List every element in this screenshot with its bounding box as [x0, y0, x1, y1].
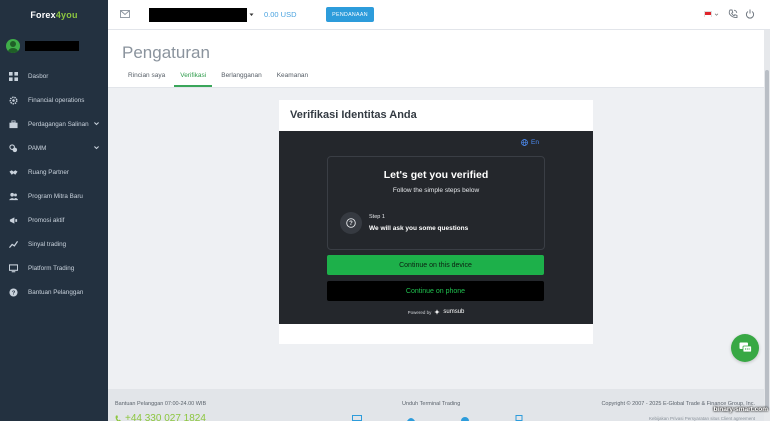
user-profile[interactable] — [0, 30, 108, 62]
language-selector[interactable]: En — [521, 139, 539, 146]
grid-icon — [9, 71, 18, 81]
chat-button[interactable] — [731, 334, 759, 362]
sidebar-nav: Dasbor Financial operations Perdagangan … — [0, 64, 108, 304]
verification-intro-box: Let's get you verified Follow the simple… — [327, 156, 545, 250]
help-icon: ? — [9, 287, 18, 297]
power-icon[interactable] — [745, 9, 755, 19]
sidebar-item-active-promotions[interactable]: Promosi aktif — [0, 208, 108, 232]
brand-logo[interactable]: Forex 4you — [0, 0, 108, 30]
mail-icon[interactable] — [120, 10, 130, 18]
sidebar-item-label: Promosi aktif — [28, 216, 65, 224]
download-terminal-label: Unduh Terminal Trading — [402, 401, 461, 407]
provider-name: sumsub — [443, 309, 465, 315]
sidebar-item-new-partner-program[interactable]: Program Mitra Baru — [0, 184, 108, 208]
briefcase-icon — [9, 119, 18, 129]
support-hours: Bantuan Pelanggan 07:00-24.00 WIB — [115, 401, 207, 407]
megaphone-icon — [9, 216, 18, 225]
svg-text:?: ? — [349, 221, 353, 227]
tab-verification[interactable]: Verifikasi — [174, 72, 213, 87]
verification-card: Verifikasi Identitas Anda En Let's get y… — [279, 100, 593, 344]
chevron-down-icon[interactable] — [93, 144, 100, 151]
continue-on-device-button[interactable]: Continue on this device — [327, 255, 544, 275]
tab-my-details[interactable]: Rincian saya — [122, 72, 171, 87]
verification-widget: En Let's get you verified Follow the sim… — [279, 131, 593, 324]
sidebar-item-partner-room[interactable]: Ruang Partner — [0, 160, 108, 184]
brand-name-part2: 4you — [55, 10, 78, 20]
sidebar-item-customer-support[interactable]: ? Bantuan Pelanggan — [0, 280, 108, 304]
pamm-icon — [9, 143, 18, 153]
account-balance: 0.00 USD — [264, 10, 297, 19]
page-title: Pengaturan — [122, 43, 210, 62]
monitor-icon — [9, 263, 18, 273]
sidebar-item-label: Program Mitra Baru — [28, 192, 83, 200]
sidebar: Forex 4you Dasbor Financial operations Pe… — [0, 0, 108, 421]
page-scrollbar[interactable] — [764, 30, 770, 421]
sidebar-item-label: Perdagangan Salinan — [28, 120, 89, 128]
chevron-down-icon[interactable] — [714, 12, 719, 17]
sidebar-item-trading-signals[interactable]: Sinyal trading — [0, 232, 108, 256]
avatar — [6, 39, 20, 53]
phone-icon[interactable] — [728, 9, 738, 19]
sidebar-item-pamm[interactable]: PAMM — [0, 136, 108, 160]
account-selector-redacted[interactable] — [149, 8, 247, 22]
verification-heading: Let's get you verified — [383, 169, 489, 181]
page-header: Pengaturan Rincian saya Verifikasi Berla… — [108, 30, 770, 88]
handshake-icon — [9, 168, 18, 177]
phone-icon — [115, 415, 121, 421]
support-phone-number: +44 330 027 1824 — [125, 413, 206, 421]
globe-icon — [521, 139, 528, 146]
scrollbar-thumb[interactable] — [765, 70, 769, 410]
verification-subheading: Follow the simple steps below — [392, 187, 480, 194]
tab-subscriptions[interactable]: Berlangganan — [215, 72, 267, 87]
caret-down-icon[interactable] — [249, 12, 254, 17]
powered-by-label: Powered by — [407, 309, 432, 315]
sidebar-item-copy-trading[interactable]: Perdagangan Salinan — [0, 112, 108, 136]
android-icon[interactable] — [406, 415, 416, 421]
web-terminal-icon[interactable] — [514, 415, 524, 421]
sidebar-item-label: Ruang Partner — [28, 168, 69, 176]
desktop-icon[interactable] — [352, 415, 362, 421]
chat-icon — [739, 342, 752, 353]
chevron-down-icon[interactable] — [93, 120, 100, 127]
settings-icon — [9, 96, 18, 105]
continue-on-phone-button[interactable]: Continue on phone — [327, 281, 544, 301]
footer: Bantuan Pelanggan 07:00-24.00 WIB +44 33… — [108, 389, 770, 421]
apple-icon[interactable] — [460, 415, 470, 421]
sidebar-item-financial-operations[interactable]: Financial operations — [0, 88, 108, 112]
user-name-redacted — [25, 41, 79, 51]
settings-tabs: Rincian saya Verifikasi Berlangganan Kea… — [122, 72, 317, 87]
sidebar-item-trading-platform[interactable]: Platform Trading — [0, 256, 108, 280]
sidebar-item-label: Sinyal trading — [28, 240, 67, 248]
question-icon: ? — [340, 212, 362, 234]
step-description: We will ask you some questions — [369, 225, 469, 232]
download-platform-icons — [352, 415, 524, 421]
sidebar-item-label: Dasbor — [28, 72, 49, 80]
sidebar-item-dashboard[interactable]: Dasbor — [0, 64, 108, 88]
sidebar-item-label: Platform Trading — [28, 264, 75, 272]
support-phone[interactable]: +44 330 027 1824 — [115, 413, 206, 421]
sumsub-logo-icon — [434, 309, 441, 315]
card-title: Verifikasi Identitas Anda — [290, 109, 417, 121]
language-label: En — [531, 139, 539, 146]
deposit-button[interactable]: PENDANAAN — [326, 7, 374, 22]
sidebar-item-label: PAMM — [28, 144, 47, 152]
brand-name-part1: Forex — [30, 10, 56, 20]
svg-text:?: ? — [12, 290, 16, 296]
tab-security[interactable]: Keamanan — [271, 72, 314, 87]
powered-by[interactable]: Powered by sumsub — [279, 309, 593, 315]
top-bar: 0.00 USD PENDANAAN — [108, 0, 770, 30]
step-label: Step 1 — [369, 214, 385, 220]
footer-links[interactable]: Kebijakan Privasi Persyaratan situs Clie… — [649, 416, 755, 421]
chart-line-icon — [9, 240, 18, 249]
sidebar-item-label: Financial operations — [28, 96, 85, 104]
sidebar-item-label: Bantuan Pelanggan — [28, 288, 84, 296]
language-flag-icon[interactable] — [704, 11, 712, 18]
watermark: binary-smart.com — [713, 406, 768, 413]
users-icon — [9, 192, 18, 201]
